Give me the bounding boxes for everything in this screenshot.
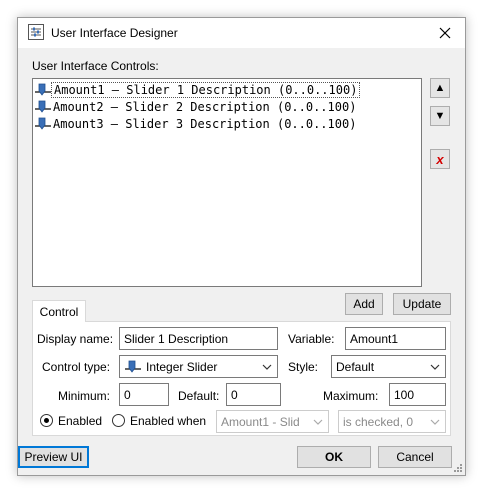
slider-icon: [125, 360, 141, 373]
minimum-label: Minimum:: [58, 389, 111, 403]
chevron-down-icon: [262, 364, 272, 370]
ok-button[interactable]: OK: [297, 446, 371, 468]
chevron-down-icon: [430, 364, 440, 370]
close-button[interactable]: [425, 18, 465, 48]
list-item-text: Amount1 — Slider 1 Description (0..0..10…: [51, 81, 361, 98]
controls-listbox[interactable]: Amount1 — Slider 1 Description (0..0..10…: [32, 78, 422, 287]
move-down-button[interactable]: ▼: [430, 106, 450, 126]
enabled-label: Enabled: [58, 414, 103, 428]
close-icon: [439, 27, 451, 39]
resize-grip-icon[interactable]: [453, 463, 463, 473]
enabled-when-condition-select[interactable]: is checked, 0: [338, 410, 446, 433]
chevron-down-icon: [313, 419, 323, 425]
style-label: Style:: [288, 360, 319, 374]
enabled-when-label: Enabled when: [130, 414, 207, 428]
triangle-up-icon: ▲: [434, 82, 446, 94]
title-bar[interactable]: User Interface Designer: [18, 18, 465, 48]
slider-icon: [35, 83, 51, 96]
app-icon: [28, 24, 44, 40]
list-item-text: Amount2 — Slider 2 Description (0..0..10…: [53, 99, 357, 114]
enabled-radio[interactable]: [40, 414, 53, 427]
preview-ui-button[interactable]: Preview UI: [18, 446, 89, 468]
enabled-when-control-select[interactable]: Amount1 - Slid: [216, 410, 329, 433]
control-type-select[interactable]: Integer Slider: [119, 355, 278, 378]
variable-field[interactable]: Amount1: [345, 327, 446, 350]
maximum-label: Maximum:: [323, 389, 379, 403]
variable-label: Variable:: [288, 332, 335, 346]
list-item-text: Amount3 — Slider 3 Description (0..0..10…: [53, 116, 357, 131]
enabled-when-radio[interactable]: [112, 414, 125, 427]
delete-button[interactable]: x: [430, 149, 450, 169]
triangle-down-icon: ▼: [434, 110, 446, 122]
add-button[interactable]: Add: [345, 293, 383, 315]
cancel-button[interactable]: Cancel: [378, 446, 452, 468]
chevron-down-icon: [430, 419, 440, 425]
tab-control[interactable]: Control: [32, 300, 86, 322]
list-item[interactable]: Amount2 — Slider 2 Description (0..0..10…: [35, 98, 358, 115]
default-label: Default:: [178, 389, 220, 403]
control-type-value: Integer Slider: [146, 359, 218, 374]
style-select[interactable]: Default: [331, 355, 446, 378]
radio-selected-dot: [44, 418, 49, 423]
enabled-when-condition-value: is checked, 0: [343, 414, 414, 429]
display-name-label: Display name:: [37, 332, 114, 346]
style-value: Default: [336, 359, 375, 374]
update-button[interactable]: Update: [393, 293, 451, 315]
display-name-field[interactable]: Slider 1 Description: [119, 327, 278, 350]
default-field[interactable]: 0: [226, 383, 281, 406]
controls-label: User Interface Controls:: [32, 59, 159, 73]
maximum-field[interactable]: 100: [389, 383, 446, 406]
delete-x-icon: x: [436, 151, 444, 167]
window-title: User Interface Designer: [51, 26, 178, 40]
dialog-window: User Interface Designer User Interface C…: [17, 17, 466, 476]
slider-icon: [35, 117, 51, 130]
control-type-label: Control type:: [42, 360, 111, 374]
slider-icon: [35, 100, 51, 113]
move-up-button[interactable]: ▲: [430, 78, 450, 98]
list-item[interactable]: Amount1 — Slider 1 Description (0..0..10…: [35, 81, 361, 98]
list-item[interactable]: Amount3 — Slider 3 Description (0..0..10…: [35, 115, 358, 132]
minimum-field[interactable]: 0: [119, 383, 169, 406]
enabled-when-control-value: Amount1 - Slid: [221, 414, 300, 429]
